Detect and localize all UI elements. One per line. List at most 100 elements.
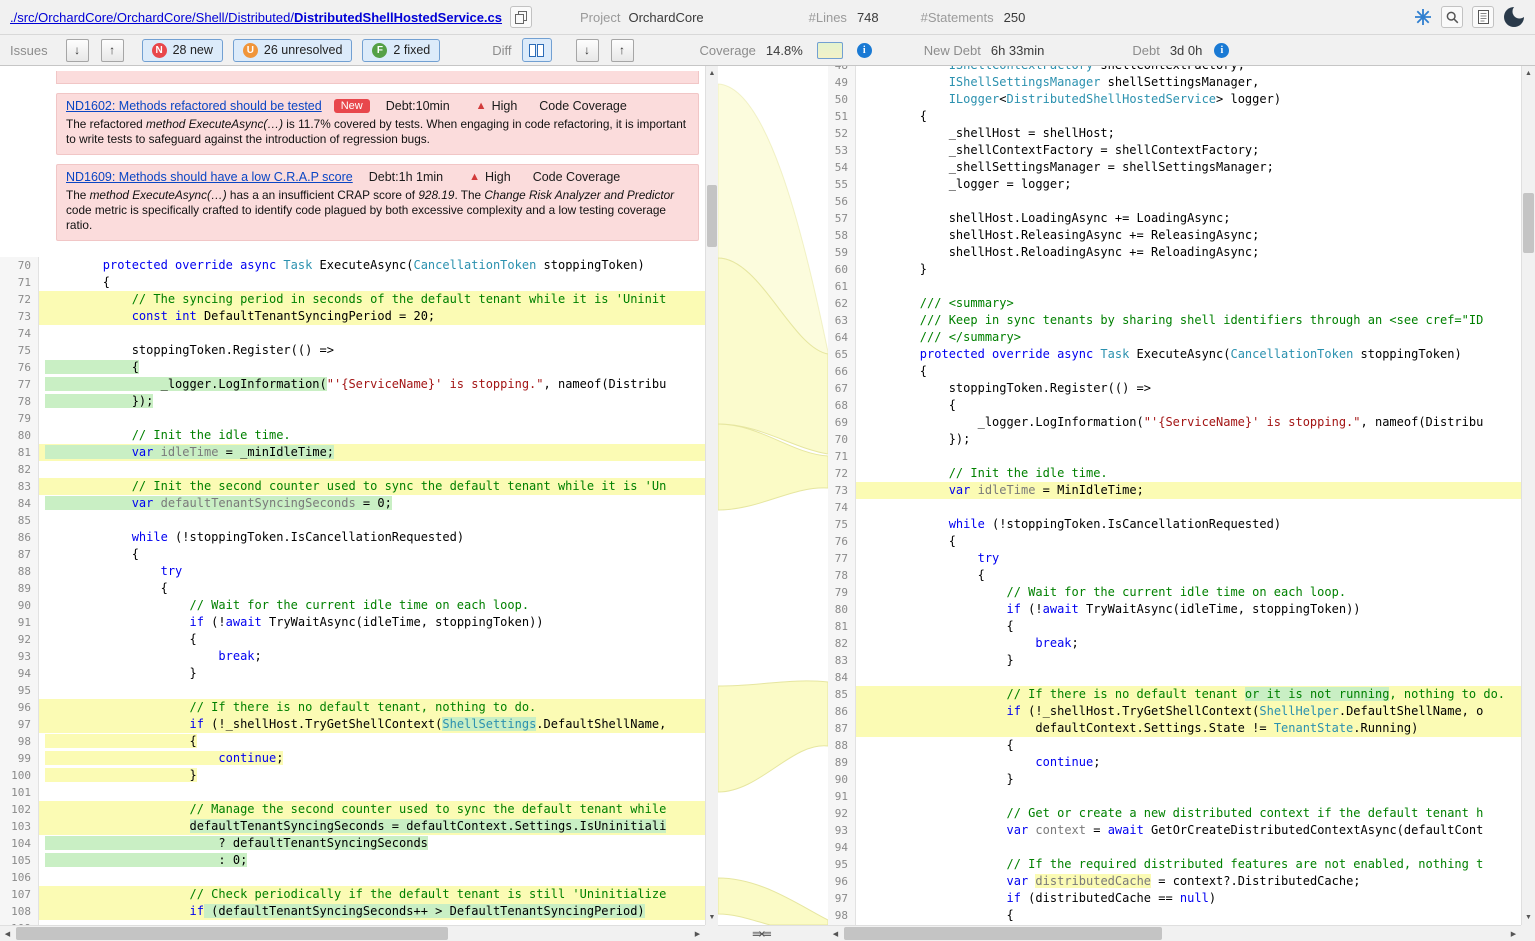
issue-filter-badge-f[interactable]: F2 fixed xyxy=(362,39,440,62)
code-line: 92 { xyxy=(0,631,705,648)
code-line: 71 { xyxy=(0,274,705,291)
copy-path-button[interactable] xyxy=(510,6,532,28)
scroll-left-icon[interactable]: ◀ xyxy=(0,926,15,941)
line-number: 84 xyxy=(0,495,39,512)
code-line: 69 _logger.LogInformation("'{ServiceName… xyxy=(828,414,1521,431)
line-number: 96 xyxy=(828,873,856,890)
code-text: ? defaultTenantSyncingSeconds xyxy=(39,835,705,852)
code-line: 89 { xyxy=(0,580,705,597)
next-issue-button[interactable]: ↓ xyxy=(66,39,89,62)
code-line: 86 if (!_shellHost.TryGetShellContext(Sh… xyxy=(828,703,1521,720)
code-line: 55 _logger = logger; xyxy=(828,176,1521,193)
search-button[interactable] xyxy=(1441,6,1463,28)
code-text: // Wait for the current idle time on eac… xyxy=(39,597,705,614)
breadcrumb-file-link[interactable]: DistributedShellHostedService.cs xyxy=(294,10,502,25)
code-line: 48 IShellContextFactory shellContextFact… xyxy=(828,66,1521,74)
line-number: 86 xyxy=(828,703,856,720)
project-value: OrchardCore xyxy=(628,10,703,25)
line-number: 80 xyxy=(0,427,39,444)
scroll-right-icon[interactable]: ▶ xyxy=(1506,926,1521,941)
line-number: 75 xyxy=(828,516,856,533)
code-text xyxy=(39,869,705,886)
left-hscroll-thumb[interactable] xyxy=(16,927,448,940)
right-vertical-scrollbar[interactable]: ▲ ▼ xyxy=(1521,66,1535,925)
code-text: // Init the idle time. xyxy=(39,427,705,444)
scrollbar-corner xyxy=(1521,925,1535,941)
scroll-down-icon[interactable]: ▼ xyxy=(706,910,718,925)
theme-toggle-button[interactable] xyxy=(1503,6,1525,28)
line-number: 77 xyxy=(0,376,39,393)
right-code: 48 IShellContextFactory shellContextFact… xyxy=(828,66,1521,925)
left-vertical-scrollbar[interactable]: ▲ ▼ xyxy=(705,66,718,925)
code-line: 77 try xyxy=(828,550,1521,567)
code-text: } xyxy=(39,767,705,784)
code-text: { xyxy=(39,631,705,648)
right-hscroll-thumb[interactable] xyxy=(844,927,1162,940)
issue-card: ND1609: Methods should have a low C.R.A.… xyxy=(56,164,699,241)
sync-scroll-icon[interactable]: ⇛⇚ xyxy=(752,926,770,941)
line-number: 70 xyxy=(0,257,39,274)
breadcrumb-path-link[interactable]: ./src/OrchardCore/OrchardCore/Shell/Dist… xyxy=(10,10,294,25)
diff-mode-button[interactable] xyxy=(522,38,552,62)
code-line: 74 xyxy=(0,325,705,342)
line-number: 107 xyxy=(0,886,39,903)
right-vscroll-thumb[interactable] xyxy=(1523,193,1534,253)
line-number: 48 xyxy=(828,66,856,74)
code-text: { xyxy=(856,567,1521,584)
line-number: 78 xyxy=(828,567,856,584)
scroll-up-icon[interactable]: ▲ xyxy=(706,66,718,81)
issue-rule-link[interactable]: ND1602: Methods refactored should be tes… xyxy=(66,99,322,113)
code-text: break; xyxy=(856,635,1521,652)
next-diff-button[interactable]: ↓ xyxy=(576,39,599,62)
scroll-down-icon[interactable]: ▼ xyxy=(1522,910,1535,925)
code-text: // Wait for the current idle time on eac… xyxy=(856,584,1521,601)
diff-label: Diff xyxy=(492,43,511,58)
code-text xyxy=(856,448,1521,465)
scroll-up-icon[interactable]: ▲ xyxy=(1522,66,1535,81)
code-line: 76 { xyxy=(828,533,1521,550)
code-text: var defaultTenantSyncingSeconds = 0; xyxy=(39,495,705,512)
line-number: 81 xyxy=(828,618,856,635)
code-text: // If there is no default tenant or it i… xyxy=(856,686,1521,703)
code-text: IShellSettingsManager shellSettingsManag… xyxy=(856,74,1521,91)
code-line: 108 if (defaultTenantSyncingSeconds++ > … xyxy=(0,903,705,920)
previous-diff-button[interactable]: ↑ xyxy=(611,39,634,62)
line-number: 64 xyxy=(828,329,856,346)
new-debt-value: 6h 33min xyxy=(991,43,1044,58)
code-line: 62 /// <summary> xyxy=(828,295,1521,312)
code-text: _shellSettingsManager = shellSettingsMan… xyxy=(856,159,1521,176)
scroll-right-icon[interactable]: ▶ xyxy=(690,926,705,941)
right-horizontal-scrollbar[interactable]: ◀ ▶ xyxy=(828,925,1521,941)
code-text: { xyxy=(39,274,705,291)
code-line: 67 stoppingToken.Register(() => xyxy=(828,380,1521,397)
line-number: 75 xyxy=(0,342,39,359)
left-vscroll-thumb[interactable] xyxy=(707,185,717,247)
diff-view: ND1602: Methods refactored should be tes… xyxy=(0,66,1535,941)
code-text: { xyxy=(856,533,1521,550)
line-number: 87 xyxy=(0,546,39,563)
code-line: 56 xyxy=(828,193,1521,210)
code-line: 64 /// </summary> xyxy=(828,329,1521,346)
code-text xyxy=(856,278,1521,295)
issue-filter-badge-n[interactable]: N28 new xyxy=(142,39,223,62)
issue-rule-link[interactable]: ND1609: Methods should have a low C.R.A.… xyxy=(66,170,353,184)
code-text: protected override async Task ExecuteAsy… xyxy=(39,257,705,274)
code-line: 73 const int DefaultTenantSyncingPeriod … xyxy=(0,308,705,325)
debt-info-icon[interactable]: i xyxy=(1214,43,1229,58)
scroll-left-icon[interactable]: ◀ xyxy=(828,926,843,941)
coverage-info-icon[interactable]: i xyxy=(857,43,872,58)
line-number: 56 xyxy=(828,193,856,210)
code-line: 89 continue; xyxy=(828,754,1521,771)
line-number: 58 xyxy=(828,227,856,244)
report-button[interactable] xyxy=(1472,6,1494,28)
line-number: 73 xyxy=(0,308,39,325)
scrollbar-corner xyxy=(705,925,718,941)
code-text: /// Keep in sync tenants by sharing shel… xyxy=(856,312,1521,329)
previous-issue-button[interactable]: ↑ xyxy=(101,39,124,62)
line-number: 89 xyxy=(0,580,39,597)
issue-filter-badge-u[interactable]: U26 unresolved xyxy=(233,39,353,62)
left-horizontal-scrollbar[interactable]: ◀ ▶ xyxy=(0,925,705,941)
code-text: }); xyxy=(39,393,705,410)
line-number: 95 xyxy=(0,682,39,699)
issues-label: Issues xyxy=(10,43,48,58)
